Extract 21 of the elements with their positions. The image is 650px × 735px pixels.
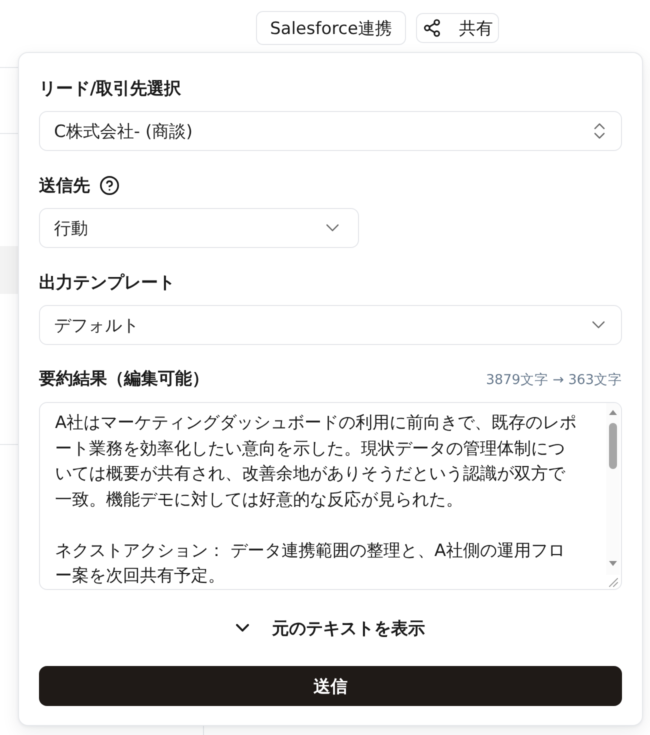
field-label: 出力テンプレート (39, 272, 175, 294)
chevron-down-icon (326, 224, 339, 232)
scrollbar[interactable] (606, 403, 620, 575)
field-label: 要約結果（編集可能） (39, 368, 209, 391)
select-field[interactable]: C株式会社- (商談) (39, 111, 622, 151)
send-button[interactable]: 送信 (39, 666, 622, 706)
character-count: 3879文字 → 363文字 (486, 371, 622, 389)
share-button[interactable]: 共有 (416, 13, 500, 43)
summary-textarea[interactable]: A社はマーケティングダッシュボードの利用に前向きで、既存のレポート業務を効率化したい意向を示した。現状データの管理体制については概要が共有され、改善余地がありそうだという認識が双方で一致。機能デモに対しては好意的な反応が見られた。 ネクストアクション： データ連携範囲の整理と、A社側の運用フロー案を次回共有予定。 (39, 402, 622, 590)
resize-handle-icon (608, 578, 618, 586)
share-icon (424, 19, 440, 37)
select-field[interactable]: 行動 (39, 208, 359, 248)
select-field[interactable]: デフォルト (39, 305, 622, 345)
text-paragraph: ネクストアクション： データ連携範囲の整理と、A社側の運用フロー案を次回共有予定。 (55, 540, 566, 588)
text-paragraph: A社はマーケティングダッシュボードの利用に前向きで、既存のレポート業務を効率化したい意向を示した。現状データの管理体制については概要が共有され、改善余地がありそうだという認識が双方で一致。機能デモに対しては好意的な反応が見られた。 (55, 412, 578, 512)
field-label: リード/取引先選択 (39, 78, 182, 100)
field-label: 送信先 (39, 174, 90, 196)
chevron-down-icon (592, 321, 605, 329)
salesforce-button[interactable]: Salesforce連携 (256, 11, 406, 45)
show-original-toggle[interactable]: 元のテキストを表示 (232, 612, 429, 644)
up-down-chevron-icon (594, 123, 605, 139)
